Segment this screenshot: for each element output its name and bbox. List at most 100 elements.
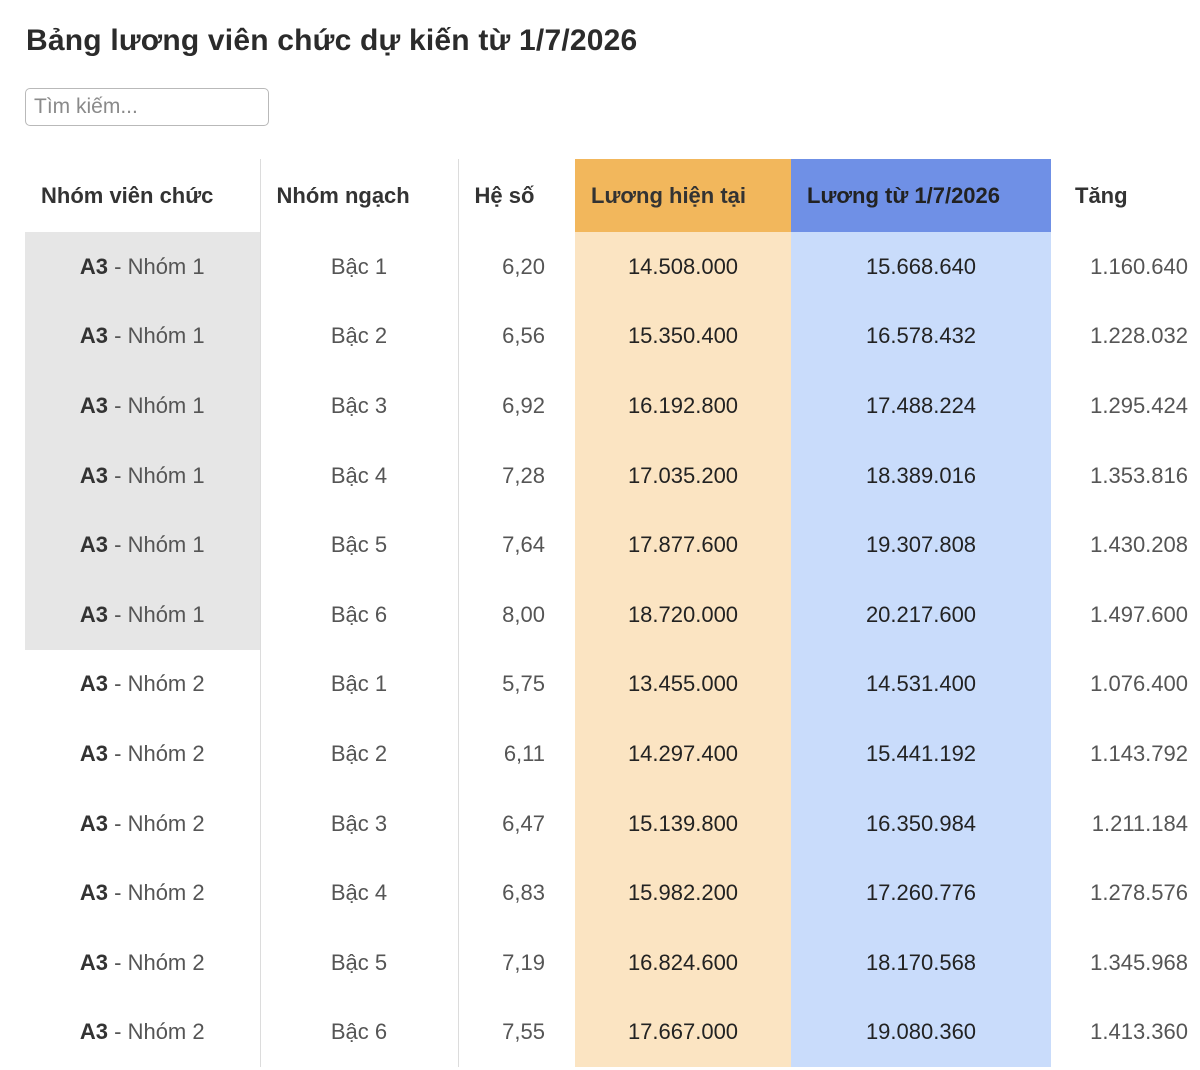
cell-new-salary: 16.578.432: [791, 301, 1053, 372]
group-code: A3: [79, 740, 109, 766]
cell-grade: Bậc 3: [260, 371, 459, 441]
table-row: A3 - Nhóm 2 Bậc 5 7,19 16.824.600 18.170.568…: [25, 927, 1200, 998]
cell-increase: 1.211.184: [1052, 788, 1200, 859]
cell-new-salary: 19.080.360: [791, 997, 1053, 1068]
cell-coefficient: 6,20: [458, 232, 575, 302]
group-code: A3: [79, 462, 109, 488]
cell-grade: Bậc 5: [260, 927, 459, 998]
header-current-salary[interactable]: Lương hiện tại: [575, 159, 791, 232]
cell-new-salary: 17.260.776: [791, 858, 1053, 928]
cell-current-salary: 16.192.800: [575, 371, 791, 441]
cell-current-salary: 18.720.000: [575, 579, 791, 650]
search-input[interactable]: [25, 88, 269, 126]
cell-coefficient: 8,00: [458, 579, 575, 650]
table-body: A3 - Nhóm 1 Bậc 1 6,20 14.508.000 15.668.640…: [25, 232, 1200, 1068]
cell-new-salary: 17.488.224: [791, 371, 1053, 441]
group-code: A3: [79, 601, 109, 627]
group-code: A3: [79, 1019, 109, 1045]
header-employee-group[interactable]: Nhóm viên chức: [25, 159, 261, 232]
group-code: A3: [79, 323, 109, 349]
cell-increase: 1.143.792: [1052, 719, 1200, 789]
cell-coefficient: 5,75: [458, 649, 575, 720]
cell-current-salary: 15.139.800: [575, 788, 791, 859]
cell-coefficient: 6,47: [458, 788, 575, 859]
cell-current-salary: 14.297.400: [575, 719, 791, 789]
group-label: - Nhóm 2: [108, 740, 205, 766]
cell-increase: 1.228.032: [1052, 301, 1200, 372]
cell-current-salary: 17.035.200: [575, 440, 791, 511]
cell-current-salary: 17.667.000: [575, 997, 791, 1068]
cell-grade: Bậc 4: [260, 858, 459, 928]
header-coefficient[interactable]: Hệ số: [458, 159, 575, 232]
table-row: A3 - Nhóm 1 Bậc 3 6,92 16.192.800 17.488.224…: [25, 371, 1200, 441]
table-row: A3 - Nhóm 1 Bậc 5 7,64 17.877.600 19.307.808…: [25, 510, 1200, 580]
page-card: Bảng lương viên chức dự kiến từ 1/7/2026…: [0, 0, 1200, 1070]
table-row: A3 - Nhóm 2 Bậc 1 5,75 13.455.000 14.531.400…: [25, 649, 1200, 720]
cell-employee-group: A3 - Nhóm 2: [25, 788, 261, 859]
table-row: A3 - Nhóm 1 Bậc 4 7,28 17.035.200 18.389.016…: [25, 440, 1200, 511]
table-row: A3 - Nhóm 2 Bậc 6 7,55 17.667.000 19.080.360…: [25, 997, 1200, 1068]
table-header-row: Nhóm viên chức Nhóm ngạch Hệ số Lương hi…: [25, 159, 1200, 232]
cell-coefficient: 7,28: [458, 440, 575, 511]
cell-grade: Bậc 1: [260, 649, 459, 720]
group-code: A3: [79, 949, 109, 975]
salary-table: Nhóm viên chức Nhóm ngạch Hệ số Lương hi…: [25, 159, 1200, 1068]
cell-new-salary: 15.441.192: [791, 719, 1053, 789]
table-row: A3 - Nhóm 1 Bậc 6 8,00 18.720.000 20.217.600…: [25, 579, 1200, 650]
cell-employee-group: A3 - Nhóm 2: [25, 927, 261, 998]
table-row: A3 - Nhóm 1 Bậc 1 6,20 14.508.000 15.668.640…: [25, 232, 1200, 302]
cell-new-salary: 16.350.984: [791, 788, 1053, 859]
cell-new-salary: 20.217.600: [791, 579, 1053, 650]
cell-increase: 1.278.576: [1052, 858, 1200, 928]
cell-increase: 1.076.400: [1052, 649, 1200, 720]
page-title: Bảng lương viên chức dự kiến từ 1/7/2026: [26, 24, 638, 57]
cell-employee-group: A3 - Nhóm 2: [25, 719, 261, 789]
cell-employee-group: A3 - Nhóm 2: [25, 997, 261, 1068]
cell-coefficient: 7,55: [458, 997, 575, 1068]
cell-grade: Bậc 2: [260, 719, 459, 789]
cell-coefficient: 7,19: [458, 927, 575, 998]
cell-coefficient: 6,92: [458, 371, 575, 441]
cell-grade: Bậc 5: [260, 510, 459, 580]
cell-increase: 1.497.600: [1052, 579, 1200, 650]
cell-grade: Bậc 6: [260, 997, 459, 1068]
group-label: - Nhóm 2: [108, 880, 205, 906]
group-label: - Nhóm 1: [108, 253, 205, 279]
group-label: - Nhóm 2: [108, 1019, 205, 1045]
header-grade-group[interactable]: Nhóm ngạch: [260, 159, 459, 232]
cell-current-salary: 14.508.000: [575, 232, 791, 302]
header-new-salary[interactable]: Lương từ 1/7/2026: [791, 159, 1053, 232]
table-row: A3 - Nhóm 1 Bậc 2 6,56 15.350.400 16.578.432…: [25, 301, 1200, 372]
cell-grade: Bậc 2: [260, 301, 459, 372]
group-label: - Nhóm 1: [108, 462, 205, 488]
group-code: A3: [79, 253, 109, 279]
cell-grade: Bậc 4: [260, 440, 459, 511]
cell-new-salary: 18.170.568: [791, 927, 1053, 998]
group-code: A3: [79, 810, 109, 836]
cell-increase: 1.295.424: [1052, 371, 1200, 441]
group-code: A3: [79, 671, 109, 697]
cell-new-salary: 15.668.640: [791, 232, 1053, 302]
cell-employee-group: A3 - Nhóm 2: [25, 858, 261, 928]
cell-coefficient: 6,83: [458, 858, 575, 928]
group-code: A3: [79, 532, 109, 558]
group-label: - Nhóm 2: [108, 810, 205, 836]
group-label: - Nhóm 2: [108, 671, 205, 697]
cell-coefficient: 6,56: [458, 301, 575, 372]
header-increase[interactable]: Tăng: [1052, 159, 1200, 232]
cell-employee-group: A3 - Nhóm 2: [25, 649, 261, 720]
cell-new-salary: 14.531.400: [791, 649, 1053, 720]
group-label: - Nhóm 1: [108, 323, 205, 349]
cell-coefficient: 7,64: [458, 510, 575, 580]
table-row: A3 - Nhóm 2 Bậc 2 6,11 14.297.400 15.441.192…: [25, 719, 1200, 789]
table-row: A3 - Nhóm 2 Bậc 4 6,83 15.982.200 17.260.776…: [25, 858, 1200, 928]
cell-increase: 1.160.640: [1052, 232, 1200, 302]
cell-current-salary: 15.982.200: [575, 858, 791, 928]
cell-employee-group: A3 - Nhóm 1: [25, 579, 261, 650]
cell-increase: 1.430.208: [1052, 510, 1200, 580]
cell-grade: Bậc 3: [260, 788, 459, 859]
cell-employee-group: A3 - Nhóm 1: [25, 440, 261, 511]
cell-employee-group: A3 - Nhóm 1: [25, 301, 261, 372]
cell-employee-group: A3 - Nhóm 1: [25, 232, 261, 302]
cell-new-salary: 19.307.808: [791, 510, 1053, 580]
